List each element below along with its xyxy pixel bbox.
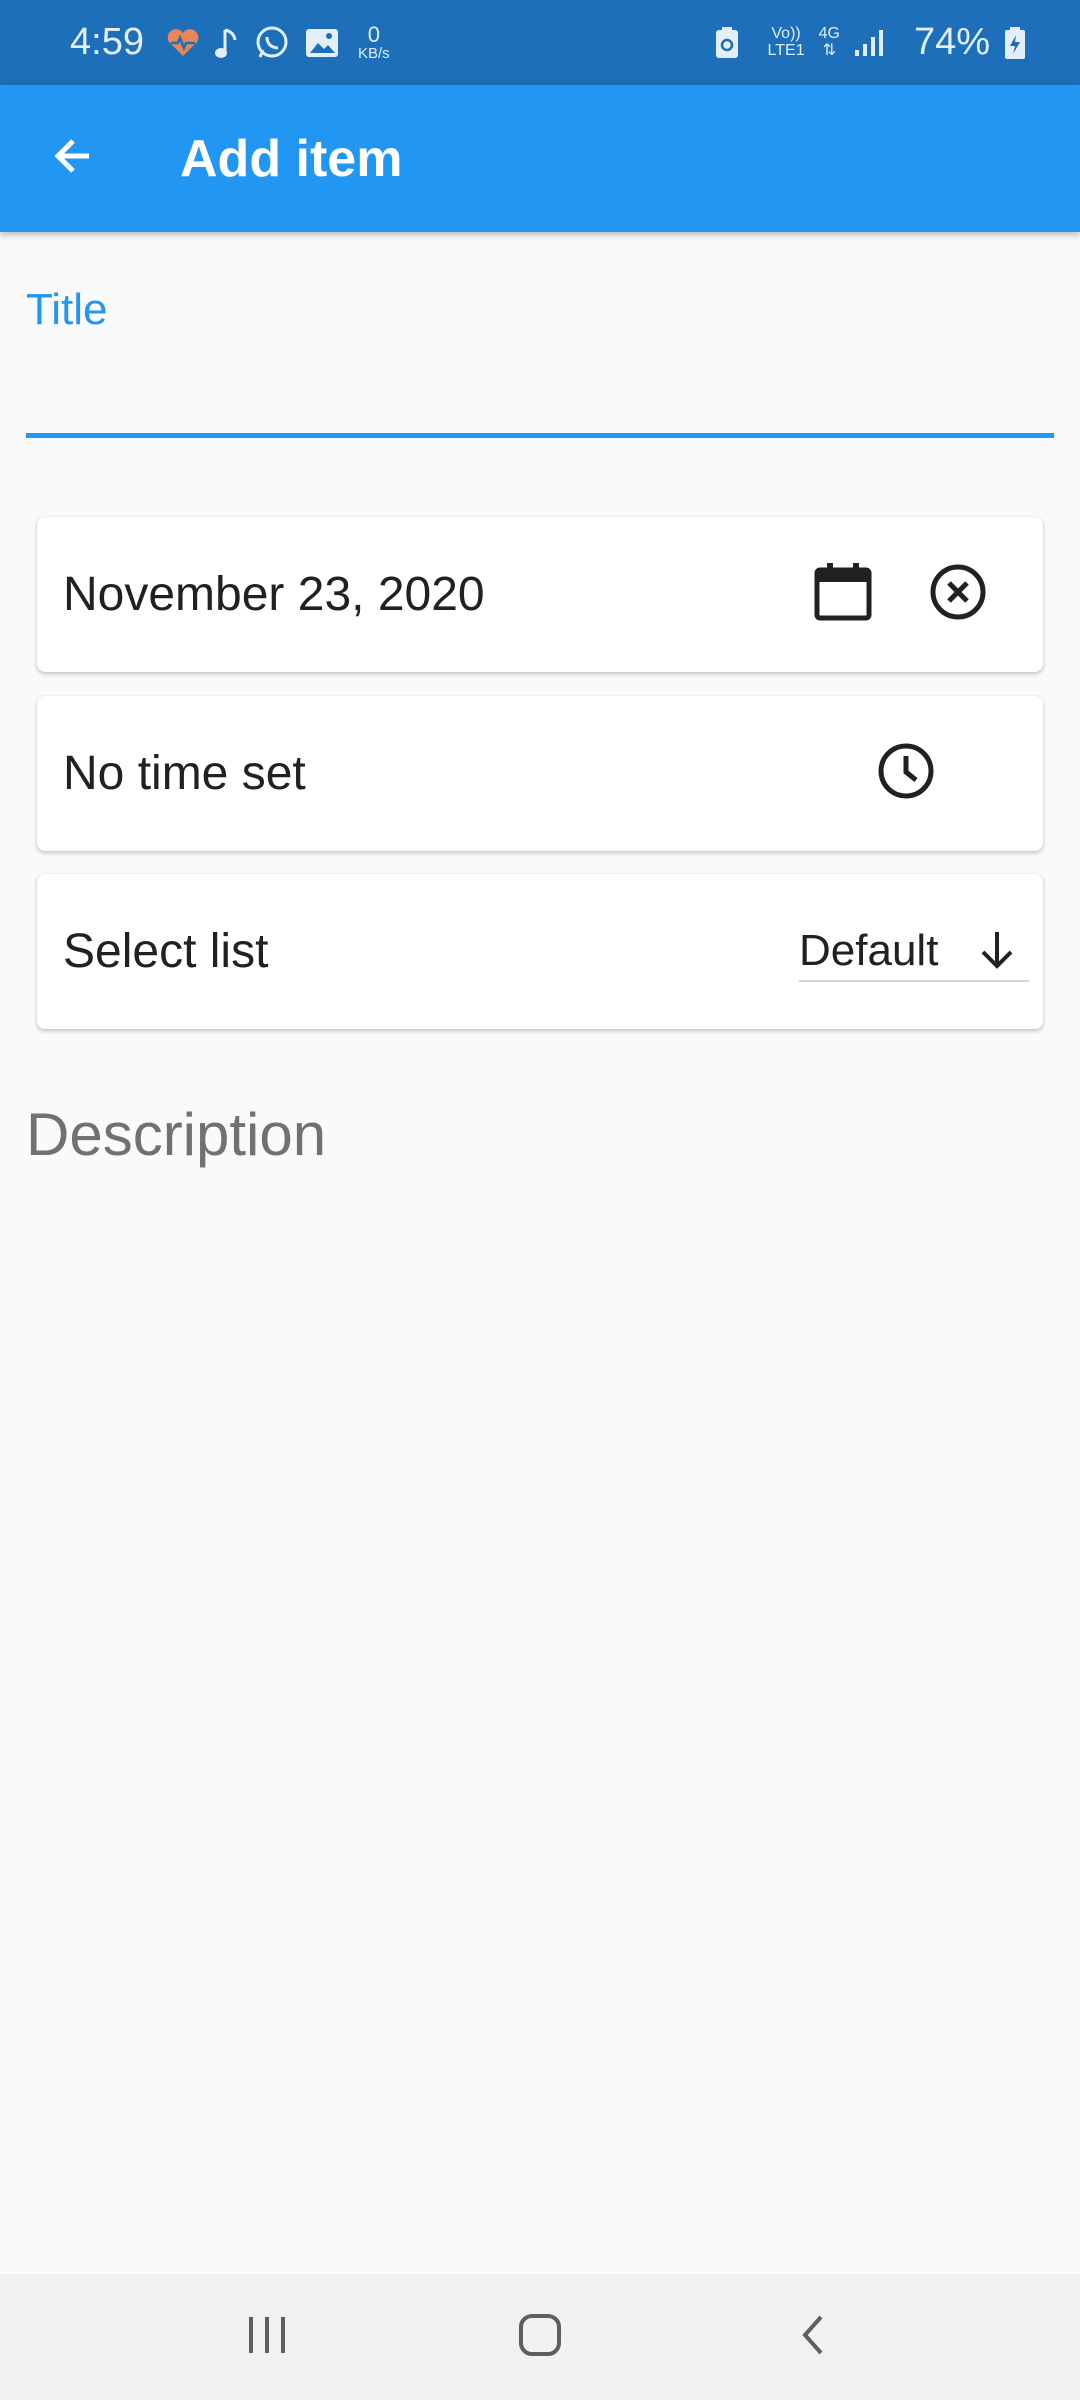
title-field: Title	[26, 285, 1054, 438]
battery-percent: 74%	[913, 21, 990, 63]
status-bar: 4:59 0 KB/s Vo)) LTE1 4G ⇅ 74%	[0, 0, 1080, 85]
calendar-icon	[814, 562, 872, 627]
title-input[interactable]	[26, 363, 1054, 433]
status-right: Vo)) LTE1 4G ⇅ 74%	[714, 21, 1040, 64]
time-picker-button[interactable]	[866, 733, 946, 813]
music-note-icon	[214, 26, 240, 60]
heart-rate-icon	[166, 28, 200, 58]
description-input[interactable]	[26, 1100, 1054, 1169]
title-underline	[26, 433, 1054, 438]
net-speed-unit: KB/s	[357, 45, 390, 62]
signal-icon	[854, 28, 886, 58]
list-card: Select list Default	[37, 874, 1043, 1029]
app-bar: Add item	[0, 85, 1080, 232]
list-dropdown[interactable]: Default	[799, 922, 1029, 982]
close-circle-icon	[929, 563, 987, 626]
recent-apps-button[interactable]	[217, 2287, 317, 2387]
date-text: November 23, 2020	[63, 568, 485, 621]
list-dropdown-value: Default	[799, 926, 939, 975]
select-list-label: Select list	[63, 925, 269, 978]
data-arrows-icon: ⇅	[822, 41, 836, 59]
arrow-down-icon	[973, 926, 1021, 979]
battery-saver-icon	[714, 26, 740, 60]
net-speed-value: 0	[367, 22, 380, 47]
date-card[interactable]: November 23, 2020	[37, 517, 1043, 672]
net-speed: 0 KB/s	[357, 22, 390, 62]
gallery-icon	[304, 27, 340, 59]
home-icon	[518, 2313, 562, 2362]
battery-charging-icon	[1004, 26, 1026, 60]
whatsapp-icon	[254, 25, 290, 61]
clear-date-button[interactable]	[918, 554, 998, 634]
title-label: Title	[26, 285, 108, 334]
page-title: Add item	[180, 129, 403, 188]
nav-back-button[interactable]	[763, 2287, 863, 2387]
time-card[interactable]: No time set	[37, 696, 1043, 851]
back-button[interactable]	[28, 114, 118, 204]
description-field	[26, 1100, 1054, 1169]
calendar-button[interactable]	[803, 554, 883, 634]
network-type: 4G ⇅	[818, 24, 840, 60]
system-nav-bar	[0, 2274, 1080, 2400]
recent-apps-icon	[245, 2315, 289, 2360]
volte-bottom: LTE1	[767, 41, 805, 59]
network-type-label: 4G	[818, 24, 840, 42]
volte-indicator: Vo)) LTE1	[767, 24, 805, 60]
arrow-left-icon	[49, 132, 97, 185]
time-text: No time set	[63, 747, 306, 800]
clock-icon	[877, 742, 935, 805]
back-icon	[799, 2313, 827, 2362]
status-time: 4:59	[70, 21, 144, 63]
volte-top: Vo))	[771, 24, 801, 42]
home-button[interactable]	[490, 2287, 590, 2387]
